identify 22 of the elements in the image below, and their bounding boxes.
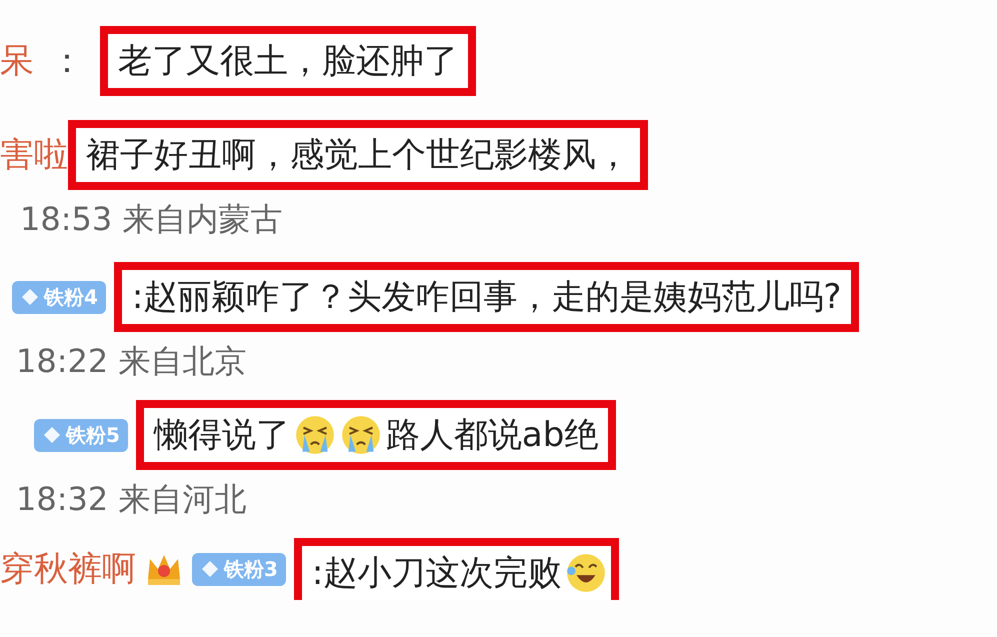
comment-text: 懒得说了: [154, 414, 290, 457]
comment-text: 老了又很土，脸还肿了: [118, 40, 458, 83]
crying-face-icon: [294, 414, 336, 456]
diamond-icon: [200, 559, 220, 579]
comment-text: 裙子好丑啊，感觉上个世纪影楼风，: [86, 134, 630, 177]
comment-text: 路人都说ab绝: [386, 414, 598, 457]
comment-text: :赵丽颖咋了？头发咋回事，走的是姨妈范儿吗?: [132, 276, 842, 319]
user-name[interactable]: 害啦: [0, 132, 68, 178]
user-name[interactable]: 呆: [0, 38, 34, 84]
badge-label: 铁粉5: [66, 422, 120, 448]
separator: ：: [50, 40, 84, 83]
crying-face-icon: [340, 414, 382, 456]
badge-label: 铁粉3: [224, 556, 278, 582]
comment-time: 18:53 来自内蒙古: [19, 199, 284, 240]
comment-text: :赵小刀这次完败: [312, 552, 562, 595]
comment-time: 18:22 来自北京: [15, 341, 248, 382]
diamond-icon: [20, 287, 40, 307]
user-name[interactable]: 穿秋裤啊: [0, 546, 136, 592]
comment-time: 18:32 来自河北: [15, 479, 248, 520]
diamond-icon: [42, 425, 62, 445]
badge-label: 铁粉4: [44, 284, 98, 310]
laughing-face-icon: [565, 552, 608, 594]
